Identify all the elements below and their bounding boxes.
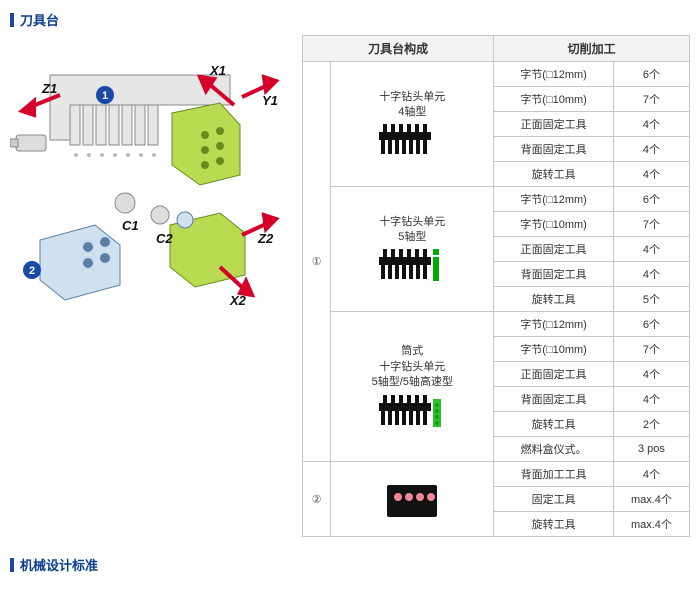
blue-unit-icon	[40, 225, 120, 300]
title-bar-icon	[10, 13, 14, 27]
spec-value: 4个	[613, 162, 689, 187]
spec-name: 旋转工具	[494, 287, 614, 312]
config-cell: 十字钻头单元5轴型	[331, 187, 494, 312]
config-title-line: 4轴型	[335, 105, 489, 120]
spec-value: 7个	[613, 87, 689, 112]
group-index: ①	[303, 62, 331, 462]
config-title-line: 十字钻头单元	[335, 215, 489, 230]
config-cell: 筒式十字钻头单元5轴型/5轴高速型	[331, 312, 494, 462]
config-mini-icon	[335, 395, 489, 429]
section-title-text: 机械设计标准	[20, 555, 98, 574]
knob-c2-icon	[151, 206, 169, 224]
spec-name: 背面固定工具	[494, 137, 614, 162]
spec-value: 4个	[613, 262, 689, 287]
spec-name: 背面加工工具	[494, 462, 614, 487]
config-title-line: 筒式	[335, 344, 489, 359]
section-title-tool-platform: 刀具台	[10, 6, 690, 35]
svg-text:Z2: Z2	[257, 231, 274, 246]
config-mini-icon	[335, 124, 489, 158]
svg-text:C2: C2	[156, 231, 173, 246]
section-title-text: 刀具台	[20, 10, 59, 29]
svg-text:2: 2	[29, 265, 35, 277]
svg-text:C1: C1	[122, 218, 139, 233]
spec-name: 旋转工具	[494, 162, 614, 187]
svg-text:1: 1	[102, 90, 108, 102]
tool-platform-diagram: 1 2 Z1 X1 Y1 C1 C2 Z2 X2	[10, 35, 292, 315]
spec-name: 燃料盒仪式。	[494, 437, 614, 462]
config-title-line: 5轴型	[335, 230, 489, 245]
spec-name: 旋转工具	[494, 412, 614, 437]
svg-text:X2: X2	[229, 293, 247, 308]
header-machining: 切削加工	[494, 36, 690, 62]
spec-name: 正面固定工具	[494, 362, 614, 387]
spec-name: 字节(□10mm)	[494, 87, 614, 112]
config-title-line: 十字钻头单元	[335, 360, 489, 375]
spec-name: 字节(□12mm)	[494, 187, 614, 212]
config-title-line: 十字钻头单元	[335, 90, 489, 105]
spec-name: 字节(□12mm)	[494, 312, 614, 337]
spec-name: 正面固定工具	[494, 112, 614, 137]
section-title-mech-spec: 机械设计标准	[10, 551, 690, 580]
config-cell	[331, 462, 494, 537]
spec-value: 4个	[613, 362, 689, 387]
spec-value: 6个	[613, 312, 689, 337]
table-row: 筒式十字钻头单元5轴型/5轴高速型 字节(□12mm)6个	[303, 312, 690, 337]
knob-c1-icon	[115, 193, 135, 213]
spec-value: 4个	[613, 462, 689, 487]
spec-name: 背面固定工具	[494, 387, 614, 412]
spec-name: 固定工具	[494, 487, 614, 512]
spec-value: 6个	[613, 187, 689, 212]
spec-value: 4个	[613, 137, 689, 162]
table-row: 十字钻头单元5轴型 字节(□12mm)6个	[303, 187, 690, 212]
spec-value: 7个	[613, 337, 689, 362]
spec-name: 字节(□10mm)	[494, 212, 614, 237]
spec-name: 背面固定工具	[494, 262, 614, 287]
spec-value: 6个	[613, 62, 689, 87]
table-row: ② 背面加工工具4个	[303, 462, 690, 487]
group-index: ②	[303, 462, 331, 537]
spec-value: max.4个	[613, 487, 689, 512]
svg-text:X1: X1	[209, 63, 226, 78]
green-unit2-icon	[170, 212, 245, 287]
spec-value: 5个	[613, 287, 689, 312]
config-mini-icon	[335, 481, 489, 521]
title-bar-icon	[10, 558, 14, 572]
green-unit-icon	[172, 103, 240, 185]
svg-text:Y1: Y1	[262, 93, 278, 108]
spec-value: 3 pos	[613, 437, 689, 462]
spindle-icon	[10, 135, 46, 151]
spec-value: max.4个	[613, 512, 689, 537]
table-row: ①十字钻头单元4轴型 字节(□12mm)6个	[303, 62, 690, 87]
config-mini-icon	[335, 249, 489, 283]
svg-text:Z1: Z1	[41, 81, 57, 96]
spec-value: 2个	[613, 412, 689, 437]
spec-value: 4个	[613, 387, 689, 412]
spec-name: 字节(□10mm)	[494, 337, 614, 362]
spec-table: 刀具台构成 切削加工 ①十字钻头单元4轴型 字节(□12mm)6个字节(□10m…	[302, 35, 690, 537]
spec-value: 4个	[613, 112, 689, 137]
spec-value: 4个	[613, 237, 689, 262]
spec-name: 正面固定工具	[494, 237, 614, 262]
spec-name: 字节(□12mm)	[494, 62, 614, 87]
config-cell: 十字钻头单元4轴型	[331, 62, 494, 187]
spec-name: 旋转工具	[494, 512, 614, 537]
config-title-line: 5轴型/5轴高速型	[335, 375, 489, 390]
header-config: 刀具台构成	[303, 36, 494, 62]
spec-value: 7个	[613, 212, 689, 237]
